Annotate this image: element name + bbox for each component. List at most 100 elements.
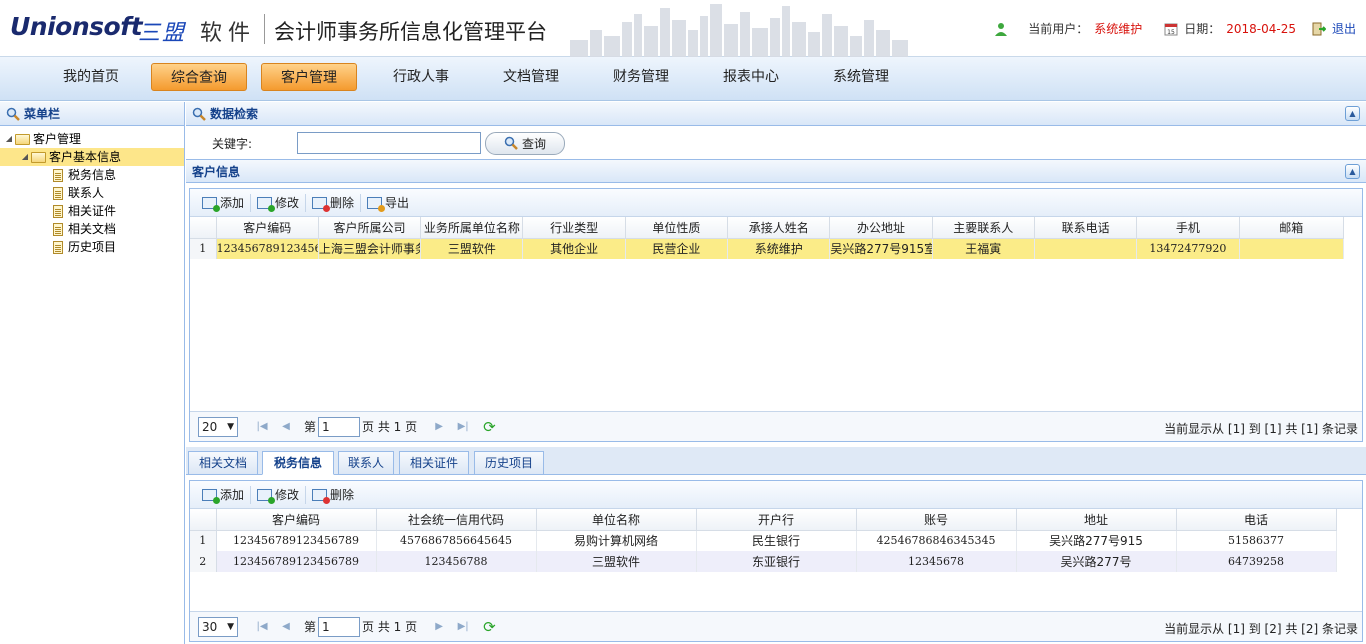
page-number-input[interactable]: 1 [318,416,361,437]
last-page-icon[interactable]: ▶| [453,617,473,637]
column-header[interactable]: 业务所属单位名称 [420,217,524,239]
customer-edit-button[interactable]: 修改 [251,192,305,214]
customer-export-button[interactable]: 导出 [361,192,415,214]
tab-contacts[interactable]: 联系人 [338,451,394,475]
nav-customer[interactable]: 客户管理 [261,63,357,91]
nav-home[interactable]: 我的首页 [43,63,139,91]
tree-node-contacts[interactable]: 联系人 [0,184,184,202]
column-header[interactable]: 单位性质 [625,217,729,239]
page-size-value: 30 [202,619,218,634]
tree-label: 相关文档 [68,222,117,236]
tax-add-button[interactable]: 添加 [196,484,250,506]
tree-node-customer-basic[interactable]: ◢ 客户基本信息 [0,148,184,166]
current-user-label: 当前用户： [1028,22,1089,36]
next-page-icon[interactable]: ▶ [429,617,449,637]
row-number: 1 [190,238,217,259]
folder-icon [31,151,46,163]
nav-reports[interactable]: 报表中心 [703,63,799,91]
column-header[interactable]: 客户编码 [216,217,319,239]
tab-certificates[interactable]: 相关证件 [399,451,469,475]
table-cell: 其他企业 [522,238,626,259]
add-label: 添加 [220,488,245,502]
column-header[interactable]: 单位名称 [536,509,697,531]
table-cell: 三盟软件 [536,551,697,572]
column-header[interactable]: 主要联系人 [932,217,1035,239]
user-area: 当前用户： 系统维护 15 日期： 2018-04-25 退出 [994,20,1356,37]
document-icon [53,222,63,236]
tree-node-customer-mgmt[interactable]: ◢ 客户管理 [0,130,184,148]
next-page-icon[interactable]: ▶ [429,417,449,437]
customer-delete-button[interactable]: 删除 [306,192,360,214]
tree-label: 联系人 [68,186,105,200]
nav-documents[interactable]: 文档管理 [483,63,579,91]
keyword-input[interactable] [297,132,481,154]
customer-pager: 20 ▼ |◀ ◀ 第 1 页 共 1 页 ▶ ▶| ⟳ 当前显示从 [1] 到 … [190,411,1362,441]
prev-page-icon[interactable]: ◀ [276,617,296,637]
tree-node-tax[interactable]: 税务信息 [0,166,184,184]
collapse-search-button[interactable]: ▲ [1345,106,1360,121]
date-value: 2018-04-25 [1226,21,1296,36]
column-header[interactable]: 办公地址 [829,217,933,239]
tax-grid: 添加 修改 删除 客户编码 社会统一信用代码 单位名称 开户行 账号 地址 电话 [189,480,1363,642]
tab-related-docs[interactable]: 相关文档 [188,451,258,475]
logout-icon[interactable] [1312,22,1326,36]
tab-tax-info[interactable]: 税务信息 [262,451,334,475]
column-header[interactable]: 地址 [1016,509,1177,531]
folder-icon [15,133,30,145]
document-icon [53,186,63,200]
first-page-icon[interactable]: |◀ [252,617,272,637]
nav-finance[interactable]: 财务管理 [593,63,689,91]
column-header[interactable]: 社会统一信用代码 [376,509,537,531]
expand-icon[interactable]: ◢ [21,148,29,166]
page-number-input[interactable]: 1 [318,616,361,637]
nav-query[interactable]: 综合查询 [151,63,247,91]
query-button[interactable]: 查询 [485,131,565,155]
tree-node-certificates[interactable]: 相关证件 [0,202,184,220]
row-number-header [190,217,217,239]
page-size-select[interactable]: 30 ▼ [198,616,238,637]
edit-icon [257,488,276,504]
logout-link[interactable]: 退出 [1332,20,1356,37]
export-icon [367,196,386,212]
table-row[interactable]: 2 123456789123456789 123456788 三盟软件 东亚银行… [190,551,1337,572]
search-section-title: 数据检索 [210,107,259,121]
row-number: 2 [190,551,217,572]
refresh-icon[interactable]: ⟳ [483,419,499,435]
first-page-icon[interactable]: |◀ [252,417,272,437]
skyline-image [570,4,908,57]
tree-node-history[interactable]: 历史项目 [0,238,184,256]
column-header[interactable]: 开户行 [696,509,857,531]
tree-label: 客户基本信息 [49,150,122,164]
search-row: 关键字: 查询 [186,127,1366,159]
column-header[interactable]: 客户编码 [216,509,377,531]
table-row[interactable]: 1 12345678912345678 上海三盟会计师事务所 三盟软件 其他企业… [190,238,1345,259]
column-header[interactable]: 邮箱 [1239,217,1345,239]
tree-node-documents[interactable]: 相关文档 [0,220,184,238]
column-header[interactable]: 账号 [856,509,1017,531]
table-row[interactable]: 1 123456789123456789 4576867856645645 易购… [190,530,1337,551]
collapse-customer-button[interactable]: ▲ [1345,164,1360,179]
last-page-icon[interactable]: ▶| [453,417,473,437]
column-header[interactable]: 手机 [1136,217,1240,239]
refresh-icon[interactable]: ⟳ [483,619,499,635]
tree-label: 税务信息 [68,168,117,182]
prev-page-icon[interactable]: ◀ [276,417,296,437]
column-header[interactable]: 联系电话 [1034,217,1138,239]
column-header[interactable]: 承接人姓名 [727,217,831,239]
tab-history[interactable]: 历史项目 [474,451,544,475]
tax-delete-button[interactable]: 删除 [306,484,360,506]
detail-tabs: 相关文档 税务信息 联系人 相关证件 历史项目 [186,447,1366,475]
customer-section-title: 客户信息 [192,164,241,179]
nav-system[interactable]: 系统管理 [813,63,909,91]
column-header[interactable]: 客户所属公司 [318,217,422,239]
tax-edit-button[interactable]: 修改 [251,484,305,506]
page-size-select[interactable]: 20 ▼ [198,416,238,437]
delete-label: 删除 [330,488,355,502]
page-suffix: 页 共 1 页 [362,620,418,634]
tax-toolbar: 添加 修改 删除 [190,481,1362,509]
nav-admin[interactable]: 行政人事 [373,63,469,91]
customer-add-button[interactable]: 添加 [196,192,250,214]
expand-icon[interactable]: ◢ [5,130,13,148]
column-header[interactable]: 行业类型 [522,217,626,239]
column-header[interactable]: 电话 [1176,509,1337,531]
